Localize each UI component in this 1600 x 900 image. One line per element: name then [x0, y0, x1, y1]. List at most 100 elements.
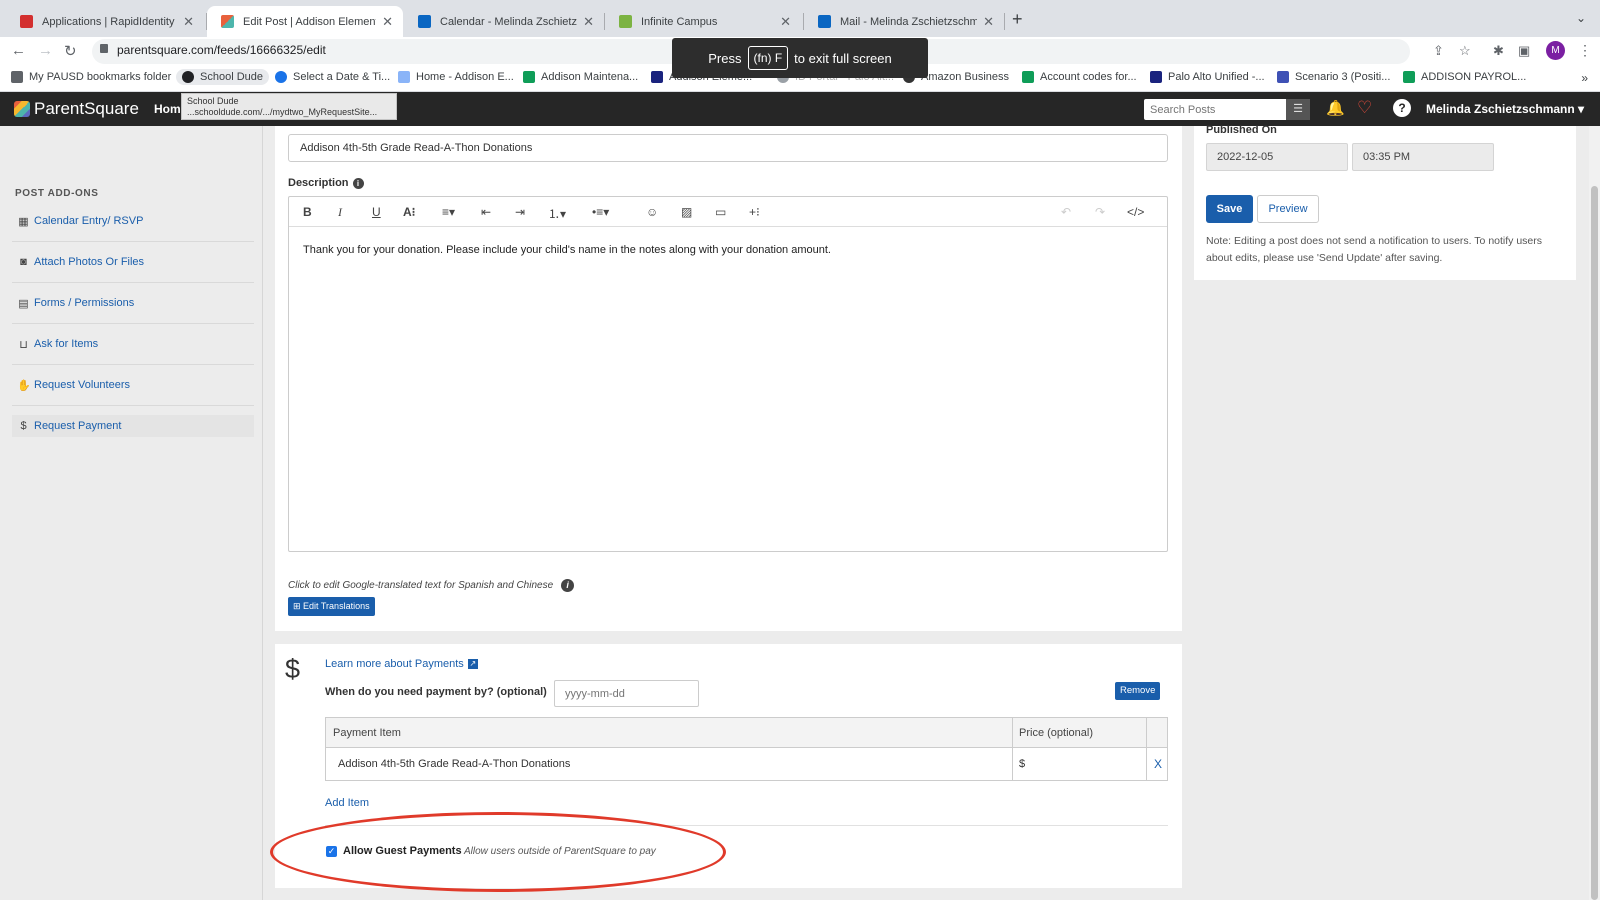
link-tooltip: School Dude ...schooldude.com/.../mydtwo…: [181, 93, 397, 120]
align-dropdown-icon[interactable]: ≡▾: [442, 205, 455, 219]
payment-item-input[interactable]: Addison 4th-5th Grade Read-A-Thon Donati…: [338, 748, 570, 780]
bookmark-label: My PAUSD bookmarks folder: [29, 71, 172, 83]
close-tab-icon[interactable]: ✕: [583, 14, 594, 30]
tab-search-chevron-icon[interactable]: ⌄: [1576, 11, 1586, 25]
payment-due-date-input[interactable]: [554, 680, 699, 707]
outdent-icon[interactable]: ⇤: [481, 205, 491, 219]
browser-menu-icon[interactable]: ⋮: [1578, 42, 1592, 59]
calendly-icon: [275, 71, 287, 83]
undo-icon[interactable]: ↶: [1061, 205, 1071, 219]
info-icon[interactable]: i: [352, 177, 364, 189]
rich-text-editor[interactable]: B I U A⁝ ≡▾ ⇤ ⇥ ⒈▾ •≡▾ ☺ ▨ ▭ +⁝ ↶ ↷ </> …: [288, 196, 1168, 552]
post-title-input[interactable]: Addison 4th-5th Grade Read-A-Thon Donati…: [288, 134, 1168, 162]
search-filter-icon[interactable]: ☰: [1286, 99, 1310, 120]
bullet-list-icon[interactable]: •≡▾: [592, 205, 609, 219]
bookmark-label: Select a Date & Ti...: [293, 71, 391, 83]
side-panel-icon[interactable]: ▣: [1518, 43, 1530, 59]
bookmark-star-icon[interactable]: ☆: [1459, 43, 1471, 59]
info-icon[interactable]: i: [561, 579, 575, 592]
more-insert-icon[interactable]: +⁝: [749, 205, 760, 219]
browser-tab-calendar[interactable]: Calendar - Melinda Zschietzschmann ✕: [404, 6, 604, 37]
column-divider: [1146, 748, 1147, 780]
image-icon[interactable]: ▨: [681, 205, 692, 219]
close-tab-icon[interactable]: ✕: [780, 14, 791, 30]
tab-title: Mail - Melinda Zschietzschmann: [840, 15, 978, 28]
bookmark-school-dude[interactable]: School Dude: [176, 69, 269, 85]
published-on-label: Published On: [1206, 124, 1277, 136]
bookmark-folder[interactable]: My PAUSD bookmarks folder: [11, 71, 171, 83]
help-icon[interactable]: ?: [1393, 99, 1411, 117]
back-arrow-icon[interactable]: ←: [11, 42, 26, 59]
parentsquare-logo[interactable]: ParentSquare: [14, 99, 139, 119]
allow-guest-payments-checkbox[interactable]: ✓: [326, 846, 337, 857]
sidebar-item-request-volunteers[interactable]: ✋ Request Volunteers: [12, 365, 254, 406]
edit-translations-button[interactable]: ⊞ Edit Translations: [288, 597, 375, 616]
bookmark-addison-payroll[interactable]: ADDISON PAYROL...: [1403, 71, 1526, 83]
remove-payment-button[interactable]: Remove: [1115, 682, 1161, 700]
redo-icon[interactable]: ↷: [1095, 205, 1105, 219]
italic-icon[interactable]: I: [338, 205, 342, 220]
lock-icon[interactable]: [100, 44, 108, 53]
table-row: Addison 4th-5th Grade Read-A-Thon Donati…: [326, 748, 1167, 780]
allow-guest-payments-label[interactable]: Allow Guest Payments: [343, 845, 462, 857]
browser-tab-rapididentity[interactable]: Applications | RapidIdentity ✕: [6, 6, 204, 37]
column-divider: [1012, 748, 1013, 780]
brand-name: ParentSquare: [34, 99, 139, 118]
bookmark-account-codes[interactable]: Account codes for...: [1022, 71, 1137, 83]
learn-more-payments-link[interactable]: Learn more about Payments ↗: [325, 658, 478, 670]
bookmark-select-date[interactable]: Select a Date & Ti...: [275, 71, 390, 83]
camera-icon: ◙: [20, 256, 27, 268]
forward-arrow-icon[interactable]: →: [38, 42, 53, 59]
extensions-puzzle-icon[interactable]: ✱: [1493, 43, 1504, 59]
bold-icon[interactable]: B: [303, 205, 312, 219]
sidebar-item-request-payment[interactable]: $ Request Payment: [12, 415, 254, 437]
reload-icon[interactable]: ↻: [64, 42, 77, 60]
user-menu[interactable]: Melinda Zschietzschmann ▾: [1426, 102, 1584, 116]
bookmark-palo-alto-unified[interactable]: Palo Alto Unified -...: [1150, 71, 1265, 83]
close-tab-icon[interactable]: ✕: [983, 14, 994, 30]
video-icon[interactable]: ▭: [715, 205, 726, 219]
emoji-icon[interactable]: ☺: [646, 205, 658, 219]
code-view-icon[interactable]: </>: [1127, 205, 1144, 219]
bookmark-home-addison[interactable]: Home - Addison E...: [398, 71, 514, 83]
price-input[interactable]: $: [1019, 748, 1025, 780]
allow-guest-payments-hint: Allow users outside of ParentSquare to p…: [464, 846, 656, 857]
profile-avatar[interactable]: M: [1546, 41, 1565, 60]
new-tab-button[interactable]: +: [1012, 9, 1023, 30]
sidebar-item-forms[interactable]: ▤ Forms / Permissions: [12, 283, 254, 324]
sidebar-item-calendar-entry[interactable]: ▦ Calendar Entry/ RSVP: [12, 201, 254, 242]
more-bookmarks-icon[interactable]: »: [1581, 71, 1588, 85]
font-size-icon[interactable]: A⁝: [403, 205, 415, 219]
underline-icon[interactable]: U: [372, 205, 381, 219]
url-text[interactable]: parentsquare.com/feeds/16666325/edit: [117, 43, 326, 57]
indent-icon[interactable]: ⇥: [515, 205, 525, 219]
publish-date-field[interactable]: 2022-12-05: [1206, 143, 1348, 171]
share-icon[interactable]: ⇪: [1433, 43, 1444, 59]
browser-tab-edit-post[interactable]: Edit Post | Addison Elementary ✕: [207, 6, 403, 37]
bookmark-label: Addison Maintena...: [541, 71, 639, 83]
add-item-link[interactable]: Add Item: [325, 797, 369, 809]
page-scrollbar[interactable]: [1589, 126, 1600, 900]
heart-icon[interactable]: ♡: [1357, 98, 1372, 118]
bookmark-addison-maintenance[interactable]: Addison Maintena...: [523, 71, 638, 83]
save-button[interactable]: Save: [1206, 195, 1253, 223]
close-tab-icon[interactable]: ✕: [382, 14, 393, 30]
scrollbar-thumb[interactable]: [1591, 186, 1598, 900]
ordered-list-icon[interactable]: ⒈▾: [548, 205, 566, 222]
browser-tab-infinite-campus[interactable]: Infinite Campus ✕: [605, 6, 801, 37]
sidebar-item-attach-photos[interactable]: ◙ Attach Photos Or Files: [12, 242, 254, 283]
preview-button[interactable]: Preview: [1257, 195, 1319, 223]
publish-time-field[interactable]: 03:35 PM: [1352, 143, 1494, 171]
search-posts-input[interactable]: [1144, 99, 1286, 120]
remove-item-icon[interactable]: X: [1154, 748, 1162, 780]
close-tab-icon[interactable]: ✕: [183, 14, 194, 30]
bookmark-scenario-3[interactable]: Scenario 3 (Positi...: [1277, 71, 1390, 83]
description-text[interactable]: Thank you for your donation. Please incl…: [303, 244, 831, 256]
payment-card: $ Learn more about Payments ↗ When do yo…: [275, 644, 1182, 888]
col-payment-item: Payment Item: [333, 726, 401, 739]
sidebar-item-ask-items[interactable]: ⊔ Ask for Items: [12, 324, 254, 365]
bookmark-label: Account codes for...: [1040, 71, 1137, 83]
browser-tab-mail[interactable]: Mail - Melinda Zschietzschmann ✕: [804, 6, 1004, 37]
notifications-bell-icon[interactable]: 🔔: [1326, 99, 1345, 117]
description-label-text: Description: [288, 177, 349, 189]
